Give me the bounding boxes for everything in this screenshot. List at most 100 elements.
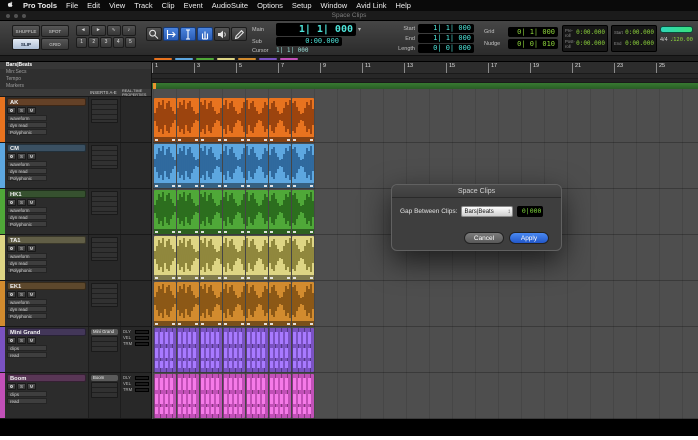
sub-counter[interactable]: 0:00.000 xyxy=(276,37,342,46)
fade-out-handle[interactable] xyxy=(310,323,313,325)
audio-clip[interactable] xyxy=(223,236,245,280)
fade-in-handle[interactable] xyxy=(293,323,296,325)
fade-out-handle[interactable] xyxy=(310,139,313,141)
fade-out-handle[interactable] xyxy=(218,277,221,279)
fade-out-handle[interactable] xyxy=(195,323,198,325)
solo-button[interactable]: S xyxy=(17,291,26,298)
fade-out-handle[interactable] xyxy=(218,185,221,187)
edit-mode-spot[interactable]: SPOT xyxy=(41,25,69,37)
track-selector-waveform[interactable]: waveform xyxy=(7,161,47,167)
fade-in-handle[interactable] xyxy=(224,277,227,279)
zoom-preset-3[interactable]: 3 xyxy=(100,37,111,48)
record-enable-button[interactable] xyxy=(7,153,16,160)
pencil-tool[interactable] xyxy=(231,27,247,41)
audio-clip[interactable] xyxy=(292,236,314,280)
zoom-out-icon[interactable]: ◄ xyxy=(76,25,90,36)
solo-button[interactable]: S xyxy=(17,245,26,252)
audio-clip[interactable] xyxy=(200,144,222,188)
track-selector-clips[interactable]: clips xyxy=(7,391,47,397)
selection-start-value[interactable]: 1| 1| 000 xyxy=(418,24,474,33)
fade-out-handle[interactable] xyxy=(195,277,198,279)
fade-in-handle[interactable] xyxy=(224,139,227,141)
tempo-display[interactable]: ♩120.00 xyxy=(670,37,693,43)
fade-out-handle[interactable] xyxy=(195,185,198,187)
record-enable-button[interactable] xyxy=(7,245,16,252)
rtp-value-box[interactable] xyxy=(135,376,149,380)
audio-clip[interactable] xyxy=(154,144,176,188)
audio-zoom-icon[interactable]: ∿ xyxy=(107,25,121,36)
tempo-value[interactable]: 120.00 xyxy=(673,37,693,43)
track-selector-waveform[interactable]: waveform xyxy=(7,299,47,305)
record-enable-button[interactable] xyxy=(7,337,16,344)
fade-out-handle[interactable] xyxy=(195,231,198,233)
audio-clip[interactable] xyxy=(292,190,314,234)
track-selector-polyphonic[interactable]: Polyphonic xyxy=(7,221,47,227)
fade-out-handle[interactable] xyxy=(172,185,175,187)
track-selector-dyn-read[interactable]: dyn read xyxy=(7,168,47,174)
selection-end-value[interactable]: 1| 1| 000 xyxy=(418,34,474,43)
fade-in-handle[interactable] xyxy=(178,185,181,187)
zoom-preset-5[interactable]: 5 xyxy=(125,37,136,48)
audio-clip[interactable] xyxy=(246,144,268,188)
midi-clip[interactable] xyxy=(292,328,314,372)
fade-in-handle[interactable] xyxy=(155,231,158,233)
zoom-preset-4[interactable]: 4 xyxy=(113,37,124,48)
ruler-name-bars-beats[interactable]: Bars|Beats xyxy=(0,62,151,69)
fade-in-handle[interactable] xyxy=(270,231,273,233)
track-selector-polyphonic[interactable]: Polyphonic xyxy=(7,175,47,181)
gap-value-display[interactable]: 0|000 xyxy=(517,206,543,217)
selector-tool[interactable] xyxy=(180,27,196,41)
fade-in-handle[interactable] xyxy=(224,323,227,325)
audio-clip[interactable] xyxy=(177,144,199,188)
audio-clip[interactable] xyxy=(154,282,176,326)
mute-button[interactable]: M xyxy=(27,199,36,206)
audio-clip[interactable] xyxy=(269,282,291,326)
rtp-value-box[interactable] xyxy=(135,388,149,392)
ruler-name-markers[interactable]: Markers xyxy=(0,82,151,89)
apply-button[interactable]: Apply xyxy=(509,232,549,244)
track-selector-dyn-read[interactable]: dyn read xyxy=(7,214,47,220)
midi-clip[interactable] xyxy=(154,374,176,418)
menu-item-pro-tools[interactable]: Pro Tools xyxy=(23,1,57,10)
solo-button[interactable]: S xyxy=(17,383,26,390)
fade-out-handle[interactable] xyxy=(172,323,175,325)
trim-tool[interactable] xyxy=(163,27,179,41)
audio-clip[interactable] xyxy=(200,98,222,142)
zoom-in-icon[interactable]: ► xyxy=(91,25,105,36)
audio-clip[interactable] xyxy=(269,236,291,280)
track-selector-polyphonic[interactable]: Polyphonic xyxy=(7,313,47,319)
fade-in-handle[interactable] xyxy=(247,185,250,187)
fade-out-handle[interactable] xyxy=(310,277,313,279)
fade-in-handle[interactable] xyxy=(247,139,250,141)
menu-item-audiosuite[interactable]: AudioSuite xyxy=(212,1,248,10)
fade-out-handle[interactable] xyxy=(218,323,221,325)
fade-out-handle[interactable] xyxy=(287,231,290,233)
audio-clip[interactable] xyxy=(154,98,176,142)
menu-item-help[interactable]: Help xyxy=(396,1,411,10)
fade-in-handle[interactable] xyxy=(270,277,273,279)
ruler-name-tempo[interactable]: Tempo xyxy=(0,76,151,83)
scrubber-tool[interactable] xyxy=(214,27,230,41)
audio-clip[interactable] xyxy=(269,144,291,188)
main-counter-dropdown-icon[interactable]: ▾ xyxy=(358,26,361,33)
fade-in-handle[interactable] xyxy=(178,323,181,325)
grabber-tool[interactable] xyxy=(197,27,213,41)
insert-plugin[interactable]: Mini Grand xyxy=(91,329,118,335)
fade-out-handle[interactable] xyxy=(195,139,198,141)
fade-out-handle[interactable] xyxy=(218,139,221,141)
midi-clip[interactable] xyxy=(246,328,268,372)
cancel-button[interactable]: Cancel xyxy=(464,232,504,244)
fade-in-handle[interactable] xyxy=(293,277,296,279)
mute-button[interactable]: M xyxy=(27,337,36,344)
track-selector-dyn-read[interactable]: dyn read xyxy=(7,260,47,266)
audio-clip[interactable] xyxy=(223,98,245,142)
midi-clip[interactable] xyxy=(269,328,291,372)
fade-out-handle[interactable] xyxy=(310,231,313,233)
edit-mode-grid[interactable]: GRID xyxy=(41,38,69,50)
fade-in-handle[interactable] xyxy=(178,139,181,141)
menu-item-edit[interactable]: Edit xyxy=(87,1,100,10)
midi-clip[interactable] xyxy=(200,374,222,418)
record-enable-button[interactable] xyxy=(7,291,16,298)
track-name[interactable]: TA1 xyxy=(7,236,86,244)
fade-in-handle[interactable] xyxy=(201,139,204,141)
